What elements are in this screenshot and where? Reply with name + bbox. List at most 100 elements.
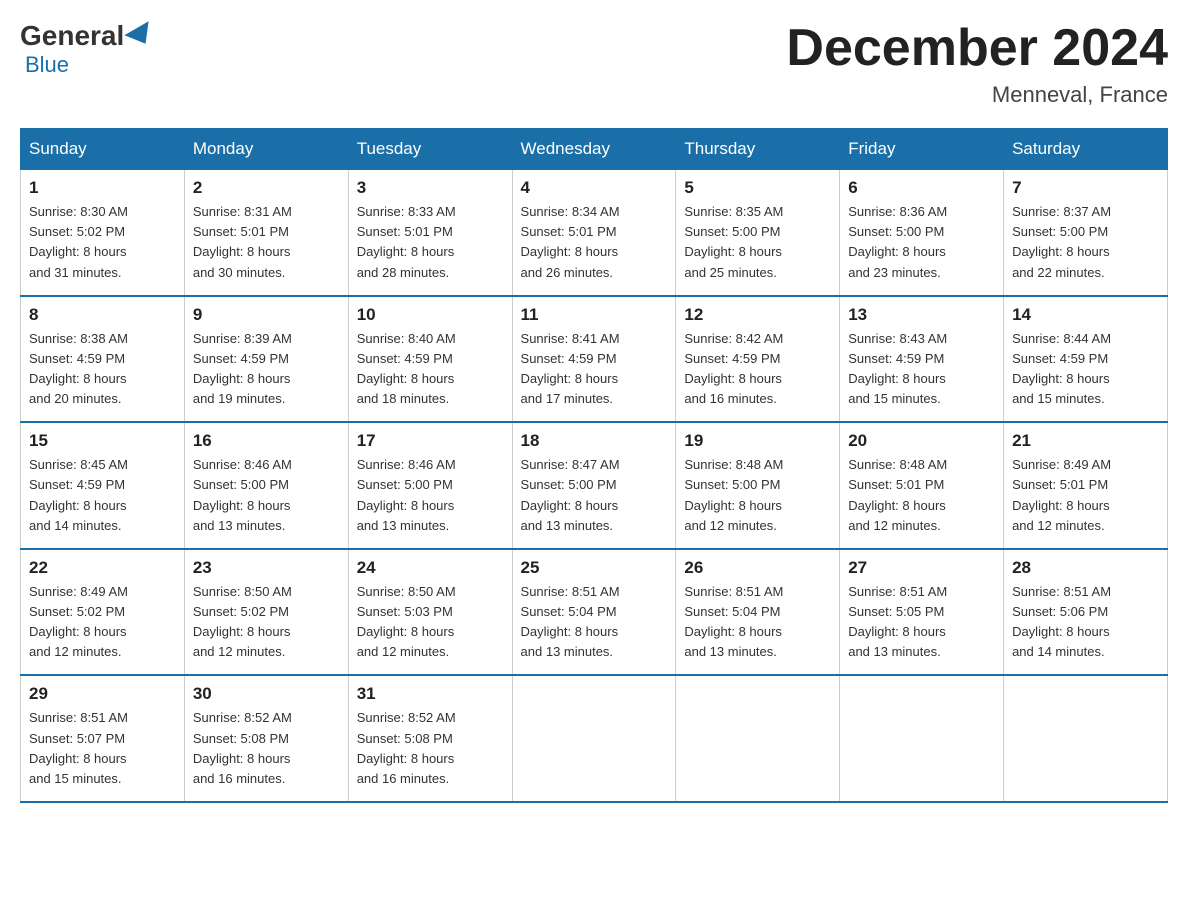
calendar-day-cell: 22Sunrise: 8:49 AMSunset: 5:02 PMDayligh… xyxy=(21,549,185,676)
calendar-day-cell: 27 Sunrise: 8:51 AMSunset: 5:05 PMDayligh… xyxy=(840,549,1004,676)
calendar-day-cell: 24 Sunrise: 8:50 AMSunset: 5:03 PMDayligh… xyxy=(348,549,512,676)
calendar-day-cell: 17Sunrise: 8:46 AMSunset: 5:00 PMDayligh… xyxy=(348,422,512,549)
logo: General Blue xyxy=(20,20,158,78)
calendar-day-cell: 5 Sunrise: 8:35 AMSunset: 5:00 PMDaylight… xyxy=(676,170,840,296)
day-number: 21 xyxy=(1012,431,1159,451)
day-number: 30 xyxy=(193,684,340,704)
day-info: Sunrise: 8:51 AMSunset: 5:04 PMDaylight:… xyxy=(521,582,668,663)
day-number: 18 xyxy=(521,431,668,451)
day-info: Sunrise: 8:30 AMSunset: 5:02 PMDaylight:… xyxy=(29,202,176,283)
calendar-day-cell: 26 Sunrise: 8:51 AMSunset: 5:04 PMDayligh… xyxy=(676,549,840,676)
day-info: Sunrise: 8:51 AMSunset: 5:05 PMDaylight:… xyxy=(848,582,995,663)
day-info: Sunrise: 8:36 AMSunset: 5:00 PMDaylight:… xyxy=(848,202,995,283)
calendar-header-row: SundayMondayTuesdayWednesdayThursdayFrid… xyxy=(21,129,1168,170)
calendar-week-row: 8 Sunrise: 8:38 AMSunset: 4:59 PMDaylight… xyxy=(21,296,1168,423)
day-info: Sunrise: 8:52 AMSunset: 5:08 PMDaylight:… xyxy=(357,708,504,789)
day-info: Sunrise: 8:46 AMSunset: 5:00 PMDaylight:… xyxy=(357,455,504,536)
day-info: Sunrise: 8:52 AMSunset: 5:08 PMDaylight:… xyxy=(193,708,340,789)
calendar-day-cell: 3 Sunrise: 8:33 AMSunset: 5:01 PMDaylight… xyxy=(348,170,512,296)
location-label: Menneval, France xyxy=(786,82,1168,108)
day-number: 29 xyxy=(29,684,176,704)
day-of-week-header: Wednesday xyxy=(512,129,676,170)
calendar-day-cell: 2 Sunrise: 8:31 AMSunset: 5:01 PMDaylight… xyxy=(184,170,348,296)
day-number: 4 xyxy=(521,178,668,198)
day-info: Sunrise: 8:51 AMSunset: 5:06 PMDaylight:… xyxy=(1012,582,1159,663)
day-number: 26 xyxy=(684,558,831,578)
calendar-day-cell xyxy=(512,675,676,802)
day-number: 24 xyxy=(357,558,504,578)
day-of-week-header: Friday xyxy=(840,129,1004,170)
calendar-week-row: 29 Sunrise: 8:51 AMSunset: 5:07 PMDayligh… xyxy=(21,675,1168,802)
calendar-day-cell: 20 Sunrise: 8:48 AMSunset: 5:01 PMDayligh… xyxy=(840,422,1004,549)
day-info: Sunrise: 8:45 AMSunset: 4:59 PMDaylight:… xyxy=(29,455,176,536)
calendar-table: SundayMondayTuesdayWednesdayThursdayFrid… xyxy=(20,128,1168,803)
calendar-day-cell: 15 Sunrise: 8:45 AMSunset: 4:59 PMDayligh… xyxy=(21,422,185,549)
calendar-day-cell: 25 Sunrise: 8:51 AMSunset: 5:04 PMDayligh… xyxy=(512,549,676,676)
day-of-week-header: Sunday xyxy=(21,129,185,170)
day-number: 12 xyxy=(684,305,831,325)
day-info: Sunrise: 8:34 AMSunset: 5:01 PMDaylight:… xyxy=(521,202,668,283)
calendar-week-row: 22Sunrise: 8:49 AMSunset: 5:02 PMDayligh… xyxy=(21,549,1168,676)
day-info: Sunrise: 8:50 AMSunset: 5:03 PMDaylight:… xyxy=(357,582,504,663)
day-info: Sunrise: 8:33 AMSunset: 5:01 PMDaylight:… xyxy=(357,202,504,283)
day-info: Sunrise: 8:51 AMSunset: 5:07 PMDaylight:… xyxy=(29,708,176,789)
calendar-day-cell: 6 Sunrise: 8:36 AMSunset: 5:00 PMDaylight… xyxy=(840,170,1004,296)
calendar-day-cell: 21 Sunrise: 8:49 AMSunset: 5:01 PMDayligh… xyxy=(1004,422,1168,549)
calendar-day-cell: 14Sunrise: 8:44 AMSunset: 4:59 PMDayligh… xyxy=(1004,296,1168,423)
logo-arrow-icon xyxy=(125,21,158,51)
calendar-day-cell: 10Sunrise: 8:40 AMSunset: 4:59 PMDayligh… xyxy=(348,296,512,423)
day-info: Sunrise: 8:31 AMSunset: 5:01 PMDaylight:… xyxy=(193,202,340,283)
calendar-day-cell: 19Sunrise: 8:48 AMSunset: 5:00 PMDayligh… xyxy=(676,422,840,549)
title-section: December 2024 Menneval, France xyxy=(786,20,1168,108)
calendar-day-cell: 29 Sunrise: 8:51 AMSunset: 5:07 PMDayligh… xyxy=(21,675,185,802)
day-number: 25 xyxy=(521,558,668,578)
calendar-day-cell: 23Sunrise: 8:50 AMSunset: 5:02 PMDayligh… xyxy=(184,549,348,676)
day-number: 27 xyxy=(848,558,995,578)
day-of-week-header: Monday xyxy=(184,129,348,170)
day-number: 5 xyxy=(684,178,831,198)
day-number: 3 xyxy=(357,178,504,198)
calendar-day-cell: 11Sunrise: 8:41 AMSunset: 4:59 PMDayligh… xyxy=(512,296,676,423)
day-number: 8 xyxy=(29,305,176,325)
calendar-day-cell: 4 Sunrise: 8:34 AMSunset: 5:01 PMDaylight… xyxy=(512,170,676,296)
month-title: December 2024 xyxy=(786,20,1168,77)
day-info: Sunrise: 8:46 AMSunset: 5:00 PMDaylight:… xyxy=(193,455,340,536)
calendar-week-row: 1Sunrise: 8:30 AMSunset: 5:02 PMDaylight… xyxy=(21,170,1168,296)
calendar-day-cell: 13 Sunrise: 8:43 AMSunset: 4:59 PMDayligh… xyxy=(840,296,1004,423)
day-number: 15 xyxy=(29,431,176,451)
calendar-day-cell xyxy=(676,675,840,802)
day-of-week-header: Saturday xyxy=(1004,129,1168,170)
day-number: 23 xyxy=(193,558,340,578)
day-info: Sunrise: 8:44 AMSunset: 4:59 PMDaylight:… xyxy=(1012,329,1159,410)
calendar-day-cell xyxy=(840,675,1004,802)
logo-blue-text: Blue xyxy=(25,52,158,78)
calendar-day-cell: 9Sunrise: 8:39 AMSunset: 4:59 PMDaylight… xyxy=(184,296,348,423)
calendar-day-cell: 30 Sunrise: 8:52 AMSunset: 5:08 PMDayligh… xyxy=(184,675,348,802)
day-info: Sunrise: 8:49 AMSunset: 5:02 PMDaylight:… xyxy=(29,582,176,663)
day-number: 31 xyxy=(357,684,504,704)
day-number: 13 xyxy=(848,305,995,325)
day-number: 28 xyxy=(1012,558,1159,578)
day-info: Sunrise: 8:49 AMSunset: 5:01 PMDaylight:… xyxy=(1012,455,1159,536)
day-info: Sunrise: 8:35 AMSunset: 5:00 PMDaylight:… xyxy=(684,202,831,283)
day-info: Sunrise: 8:48 AMSunset: 5:00 PMDaylight:… xyxy=(684,455,831,536)
day-info: Sunrise: 8:43 AMSunset: 4:59 PMDaylight:… xyxy=(848,329,995,410)
calendar-day-cell: 8 Sunrise: 8:38 AMSunset: 4:59 PMDaylight… xyxy=(21,296,185,423)
day-number: 7 xyxy=(1012,178,1159,198)
day-info: Sunrise: 8:38 AMSunset: 4:59 PMDaylight:… xyxy=(29,329,176,410)
calendar-day-cell: 31 Sunrise: 8:52 AMSunset: 5:08 PMDayligh… xyxy=(348,675,512,802)
day-number: 2 xyxy=(193,178,340,198)
day-number: 16 xyxy=(193,431,340,451)
logo-general-text: General xyxy=(20,20,124,52)
calendar-day-cell: 1Sunrise: 8:30 AMSunset: 5:02 PMDaylight… xyxy=(21,170,185,296)
day-info: Sunrise: 8:40 AMSunset: 4:59 PMDaylight:… xyxy=(357,329,504,410)
calendar-day-cell: 7Sunrise: 8:37 AMSunset: 5:00 PMDaylight… xyxy=(1004,170,1168,296)
calendar-day-cell: 28 Sunrise: 8:51 AMSunset: 5:06 PMDayligh… xyxy=(1004,549,1168,676)
day-of-week-header: Thursday xyxy=(676,129,840,170)
day-info: Sunrise: 8:51 AMSunset: 5:04 PMDaylight:… xyxy=(684,582,831,663)
day-info: Sunrise: 8:48 AMSunset: 5:01 PMDaylight:… xyxy=(848,455,995,536)
calendar-day-cell xyxy=(1004,675,1168,802)
day-number: 6 xyxy=(848,178,995,198)
day-info: Sunrise: 8:41 AMSunset: 4:59 PMDaylight:… xyxy=(521,329,668,410)
day-number: 20 xyxy=(848,431,995,451)
